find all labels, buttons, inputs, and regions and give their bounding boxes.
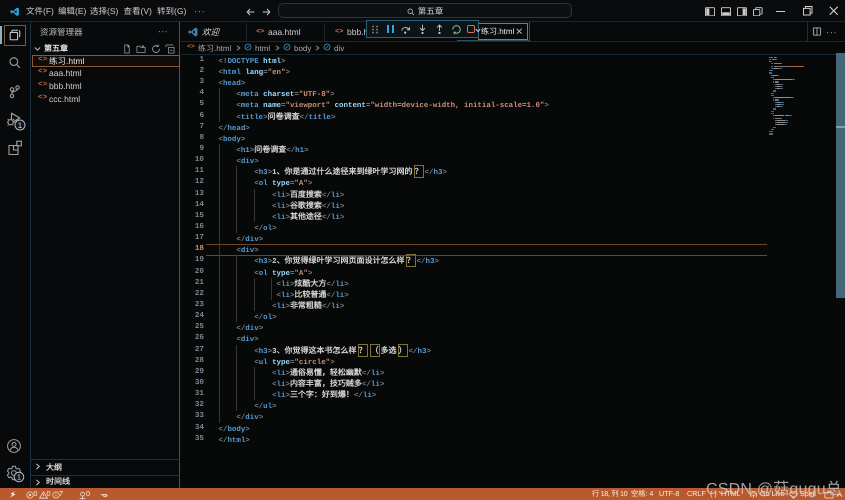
svg-text:1: 1 — [18, 121, 23, 130]
svg-text:1: 1 — [17, 473, 21, 482]
